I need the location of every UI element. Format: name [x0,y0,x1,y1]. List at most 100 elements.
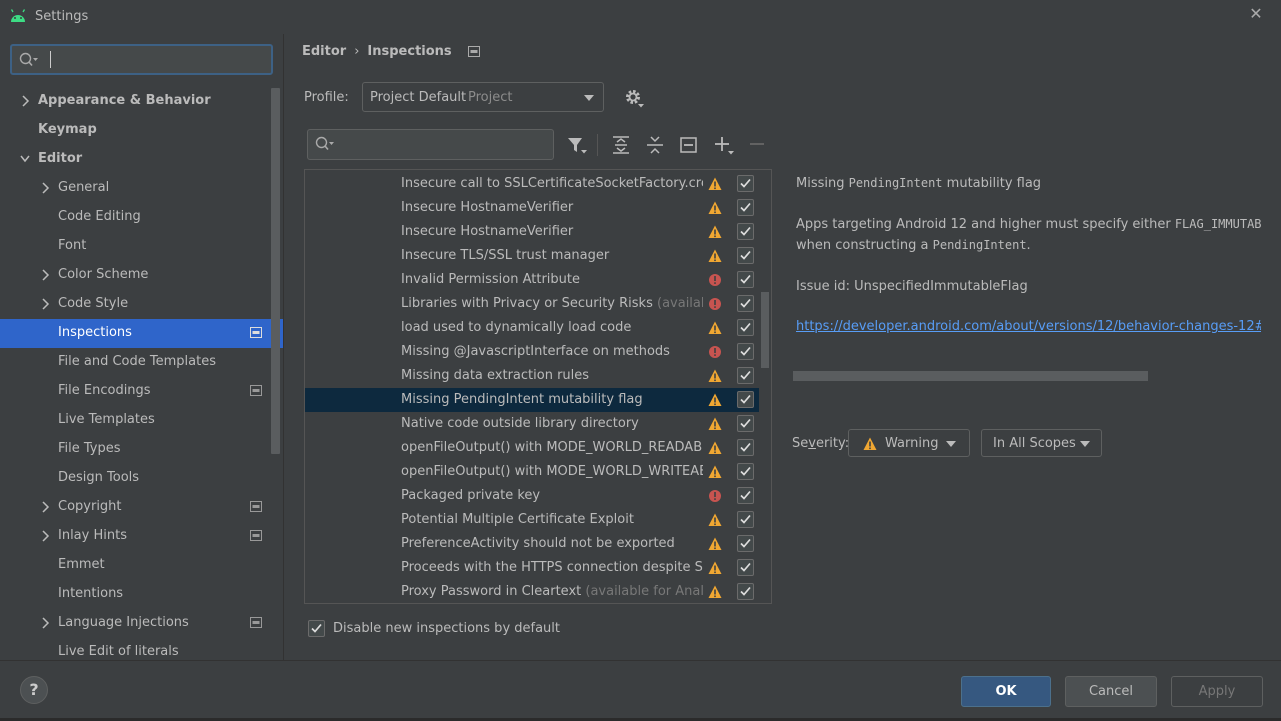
inspection-row[interactable]: openFileOutput() with MODE_WORLD_READABL… [305,436,759,460]
inspection-row[interactable]: Missing @JavascriptInterface on methods [305,340,759,364]
inspection-row[interactable]: PreferenceActivity should not be exporte… [305,532,759,556]
inspection-row[interactable]: Potential Multiple Certificate Exploit [305,508,759,532]
sidebar-item[interactable]: Inspections [0,319,283,348]
inspection-filter-input[interactable] [342,133,547,157]
inspection-checkbox[interactable] [737,367,754,384]
scope-dropdown[interactable]: In All Scopes [981,429,1102,457]
description-scrollbar[interactable] [793,371,1148,381]
add-icon[interactable] [713,134,735,156]
collapse-all-icon[interactable] [644,134,666,156]
ok-button[interactable]: OK [961,676,1051,707]
inspection-checkbox[interactable] [737,319,754,336]
chevron-right-icon[interactable] [40,269,50,281]
sidebar-item[interactable]: Code Editing [0,203,283,232]
inspection-row[interactable]: Insecure HostnameVerifier [305,196,759,220]
filter-icon[interactable] [566,134,588,156]
inspection-checkbox[interactable] [737,487,754,504]
inspection-checkbox[interactable] [737,295,754,312]
inspection-checkbox[interactable] [737,175,754,192]
inspection-checkbox[interactable] [737,439,754,456]
sidebar-item[interactable]: Keymap [0,116,283,145]
inspection-row[interactable]: Insecure call to SSLCertificateSocketFac… [305,172,759,196]
inspection-row[interactable]: Missing PendingIntent mutability flag [305,388,759,412]
inspection-checkbox[interactable] [737,415,754,432]
sidebar-item-label: File Types [58,441,121,456]
sidebar-item[interactable]: Appearance & Behavior [0,87,283,116]
inspection-checkbox[interactable] [737,463,754,480]
settings-sidebar: Appearance & Behavior Keymap Editor General… [0,34,283,660]
sidebar-item[interactable]: Copyright [0,493,283,522]
chevron-right-icon[interactable] [40,298,50,310]
sidebar-item[interactable]: Inlay Hints [0,522,283,551]
settings-search-input[interactable] [52,48,267,72]
inspections-scrollbar[interactable] [761,292,769,368]
sidebar-item[interactable]: Live Templates [0,406,283,435]
inspection-name: openFileOutput() with MODE_WORLD_WRITEAB… [401,464,703,479]
inspection-checkbox[interactable] [737,535,754,552]
sidebar-item[interactable]: File Types [0,435,283,464]
sidebar-item[interactable]: Editor [0,145,283,174]
inspection-row[interactable]: Invalid Permission Attribute [305,268,759,292]
severity-dropdown[interactable]: Warning [848,429,970,457]
disable-new-inspections-label[interactable]: Disable new inspections by default [333,621,560,636]
inspection-name: Insecure call to SSLCertificateSocketFac… [401,176,703,191]
chevron-down-icon[interactable] [20,153,30,165]
breadcrumb-editor[interactable]: Editor [302,44,346,59]
sidebar-item[interactable]: Design Tools [0,464,283,493]
error-icon [709,298,721,310]
gear-icon[interactable] [624,88,644,108]
inspection-checkbox[interactable] [737,583,754,600]
documentation-link[interactable]: https://developer.android.com/about/vers… [796,319,1261,334]
inspection-checkbox[interactable] [737,343,754,360]
sidebar-item[interactable]: File Encodings [0,377,283,406]
chevron-right-icon[interactable] [40,617,50,629]
help-button[interactable]: ? [20,676,48,704]
sidebar-scrollbar[interactable] [271,88,280,454]
settings-search-box[interactable] [10,44,273,75]
inspection-row[interactable]: Proxy Password in Cleartext (available f… [305,580,759,603]
sidebar-item[interactable]: Font [0,232,283,261]
inspection-row[interactable]: Insecure HostnameVerifier [305,220,759,244]
apply-button[interactable]: Apply [1171,676,1263,707]
android-icon [10,9,26,22]
inspection-row[interactable]: Packaged private key [305,484,759,508]
inspection-checkbox[interactable] [737,247,754,264]
inspection-filter-box[interactable] [307,129,554,160]
profile-dropdown[interactable]: Project Default Project [362,82,604,112]
inspection-checkbox[interactable] [737,391,754,408]
inspection-row[interactable]: Libraries with Privacy or Security Risks… [305,292,759,316]
inspection-row[interactable]: Native code outside library directory [305,412,759,436]
chevron-right-icon[interactable] [40,182,50,194]
inspection-row[interactable]: Insecure TLS/SSL trust manager [305,244,759,268]
sidebar-item[interactable]: Emmet [0,551,283,580]
inspection-name: openFileOutput() with MODE_WORLD_READABL… [401,440,703,455]
sidebar-item[interactable]: Color Scheme [0,261,283,290]
inspection-name: Proceeds with the HTTPS connection despi… [401,560,703,575]
inspection-row[interactable]: openFileOutput() with MODE_WORLD_WRITEAB… [305,460,759,484]
expand-all-icon[interactable] [610,134,632,156]
inspection-checkbox[interactable] [737,271,754,288]
close-icon[interactable]: ✕ [1248,5,1264,23]
inspection-name: PreferenceActivity should not be exporte… [401,536,675,551]
chevron-down-icon [946,441,956,447]
cancel-button[interactable]: Cancel [1065,676,1157,707]
chevron-right-icon[interactable] [20,95,30,107]
inspection-checkbox[interactable] [737,223,754,240]
inspection-row[interactable]: Missing data extraction rules [305,364,759,388]
description-title: Missing PendingIntent mutability flag [796,176,1042,191]
inspection-row[interactable]: Proceeds with the HTTPS connection despi… [305,556,759,580]
sidebar-item[interactable]: Intentions [0,580,283,609]
chevron-right-icon[interactable] [40,530,50,542]
sidebar-item[interactable]: Language Injections [0,609,283,638]
reset-icon[interactable] [678,134,700,156]
inspection-checkbox[interactable] [737,511,754,528]
disable-new-inspections-checkbox[interactable] [308,620,325,637]
inspection-checkbox[interactable] [737,199,754,216]
inspection-row[interactable]: load used to dynamically load code [305,316,759,340]
sidebar-item[interactable]: Code Style [0,290,283,319]
sidebar-item[interactable]: File and Code Templates [0,348,283,377]
inspection-checkbox[interactable] [737,559,754,576]
sidebar-item[interactable]: General [0,174,283,203]
sidebar-item[interactable]: Live Edit of literals [0,638,283,660]
chevron-right-icon[interactable] [40,501,50,513]
